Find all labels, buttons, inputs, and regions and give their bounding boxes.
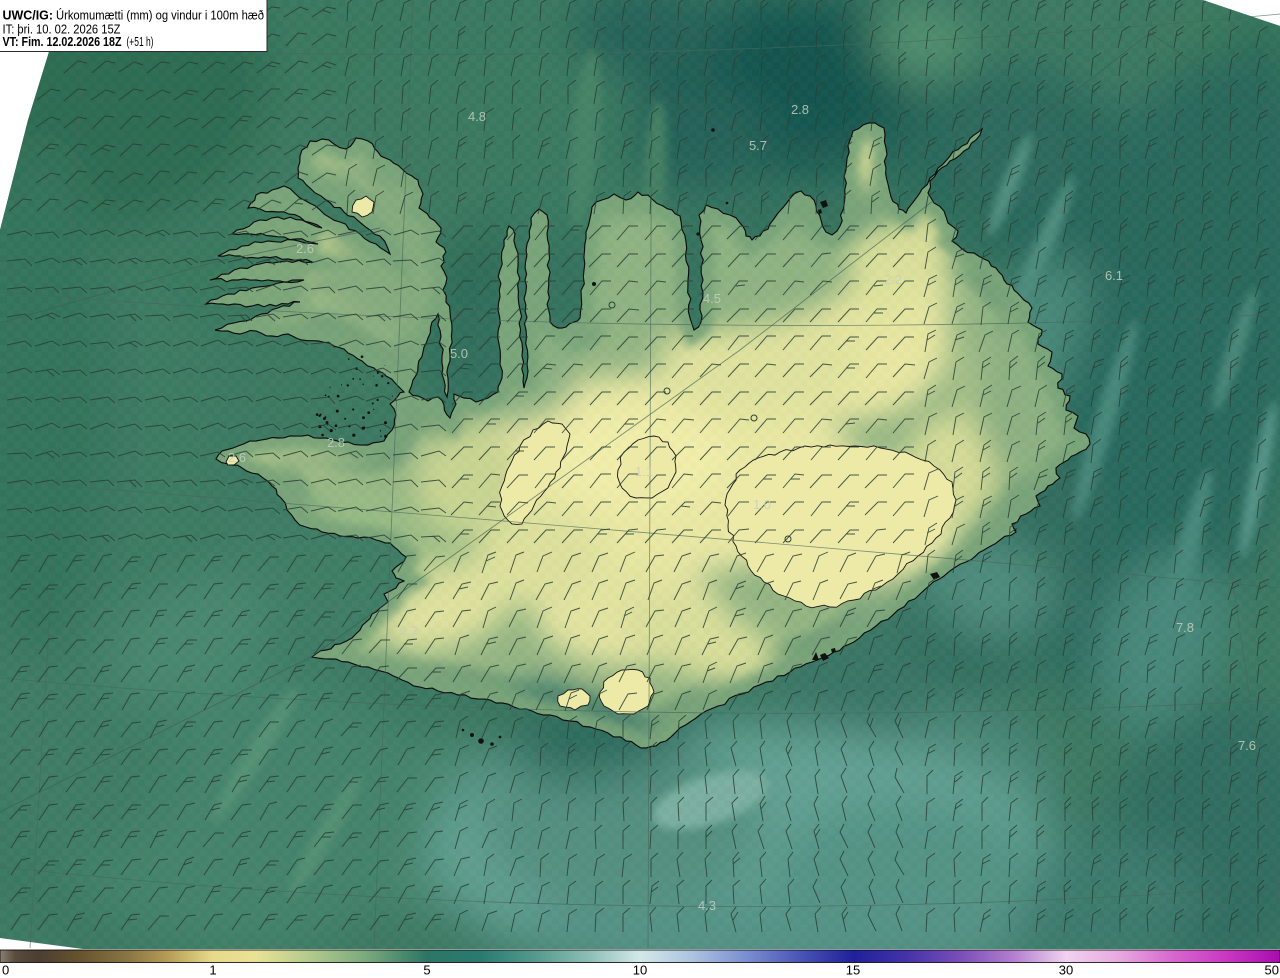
svg-text:2.2: 2.2 (400, 623, 418, 638)
svg-text:VT: Fim. 12.02.2026 18Z: VT: Fim. 12.02.2026 18Z (3, 34, 122, 49)
svg-text:15: 15 (846, 963, 860, 978)
svg-text:2.8: 2.8 (327, 435, 345, 450)
svg-text:5.0: 5.0 (450, 346, 468, 361)
svg-text:5.7: 5.7 (749, 138, 767, 153)
svg-text:UWC/IG:: UWC/IG: (3, 8, 54, 23)
svg-text:7.6: 7.6 (1238, 738, 1256, 753)
svg-text:4.3: 4.3 (698, 898, 716, 913)
svg-text:2.8: 2.8 (791, 102, 809, 117)
svg-text:2.6: 2.6 (296, 241, 314, 256)
svg-text:2.2: 2.2 (884, 272, 902, 287)
svg-text:4.8: 4.8 (468, 109, 486, 124)
svg-text:Úrkomumætti (mm) og vindur i 1: Úrkomumætti (mm) og vindur i 100m hæð (56, 8, 264, 23)
svg-text:6.1: 6.1 (1105, 268, 1123, 283)
svg-text:30: 30 (1059, 963, 1073, 978)
svg-text:5: 5 (423, 963, 430, 978)
svg-text:1: 1 (209, 963, 216, 978)
svg-text:50: 50 (1265, 963, 1279, 978)
svg-text:2.6: 2.6 (228, 450, 246, 465)
svg-text:0: 0 (2, 963, 9, 978)
svg-text:1.1: 1.1 (635, 464, 653, 479)
svg-text:10: 10 (633, 963, 647, 978)
svg-text:1.0: 1.0 (753, 497, 771, 512)
svg-text:(+51 h): (+51 h) (127, 34, 154, 49)
svg-text:7.8: 7.8 (1176, 620, 1194, 635)
svg-text:4.5: 4.5 (703, 291, 721, 306)
